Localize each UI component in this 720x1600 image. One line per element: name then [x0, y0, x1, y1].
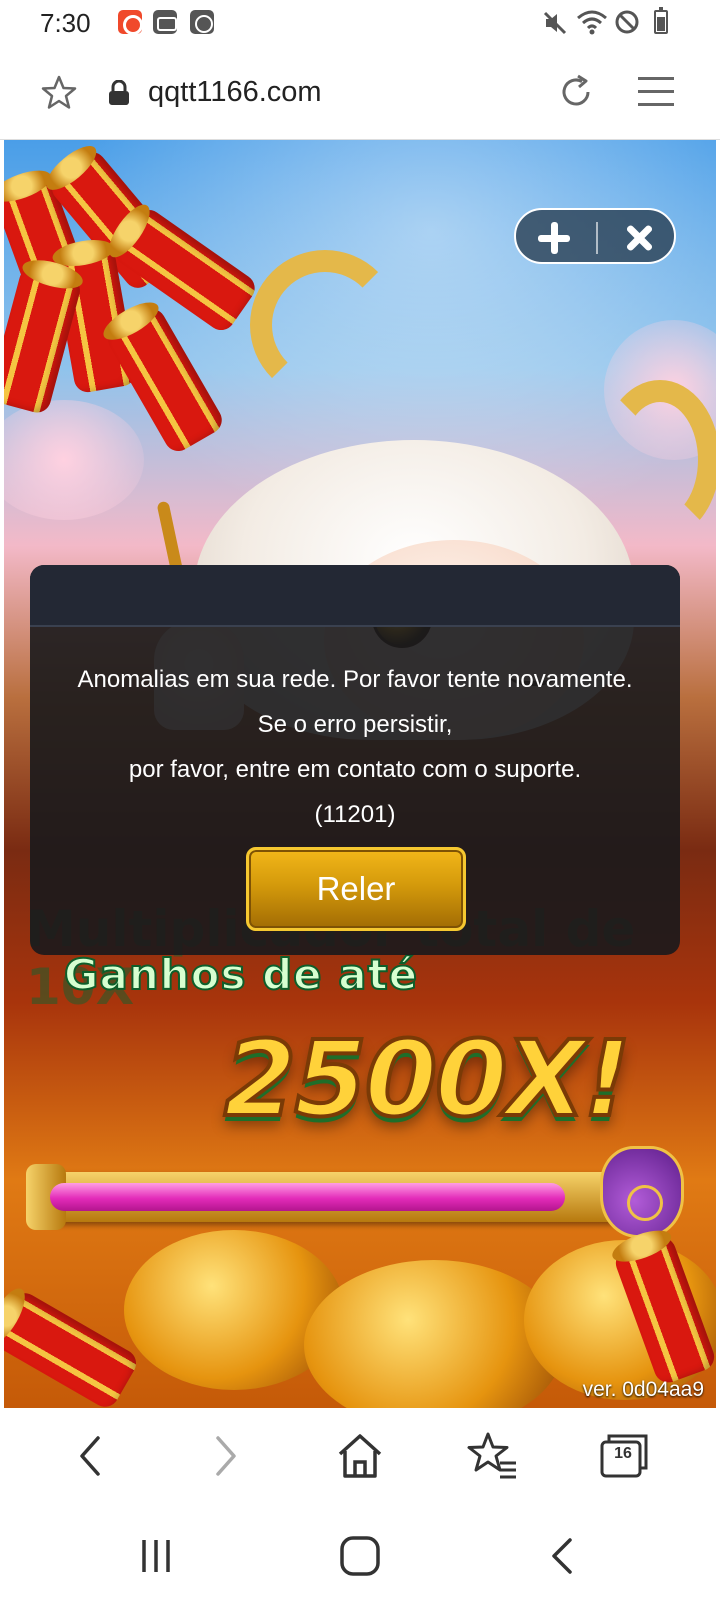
error-message-line: por favor, entre em contato com o suport… [128, 756, 582, 783]
error-message-line: Anomalias em sua rede. Por favor tente n… [77, 666, 633, 693]
notification-clock-icon [190, 10, 214, 34]
battery-icon [654, 7, 668, 34]
system-nav-bar [0, 1504, 720, 1600]
recent-apps-icon[interactable] [132, 1532, 180, 1580]
notification-app-icon [118, 10, 143, 35]
forward-icon[interactable] [196, 1430, 252, 1482]
star-outline-icon[interactable] [40, 74, 78, 112]
error-message-line: Se o erro persistir, [257, 711, 453, 738]
dialog-header [30, 565, 680, 627]
back-nav-icon[interactable] [540, 1532, 588, 1580]
bookmarks-icon[interactable] [464, 1430, 520, 1482]
wifi-icon [577, 10, 607, 35]
close-icon[interactable] [620, 218, 660, 258]
sheep-horn-left [250, 250, 400, 400]
retry-button[interactable]: Reler [246, 847, 466, 931]
dialog-message: Anomalias em sua rede. Por favor tente n… [30, 657, 680, 837]
error-dialog: Anomalias em sua rede. Por favor tente n… [30, 565, 680, 955]
lucky-bag-icon [600, 1146, 684, 1238]
multiplier-title: 2500X! [222, 1016, 633, 1142]
notification-voicemail-icon [153, 10, 177, 34]
floating-toolbar [514, 208, 676, 264]
lock-icon [109, 80, 129, 105]
error-code: (11201) [314, 801, 396, 828]
reload-icon[interactable] [556, 72, 596, 112]
browser-bottom-toolbar: 16 [0, 1408, 720, 1504]
status-time: 7:30 [40, 8, 91, 38]
url-text[interactable]: qqtt1166.com [148, 76, 322, 109]
firecracker [4, 1283, 142, 1408]
menu-icon[interactable] [636, 74, 676, 110]
loading-progress-fill [50, 1183, 565, 1211]
back-icon[interactable] [64, 1430, 120, 1482]
version-label: ver. 0d04aa9 [582, 1378, 704, 1401]
game-canvas[interactable]: Multiplicador total de 10X Ganhos de até… [4, 140, 716, 1408]
browser-url-bar: qqtt1166.com [0, 44, 720, 140]
do-not-disturb-icon [615, 10, 639, 34]
promo-title: Ganhos de até [63, 949, 419, 1000]
sheep-horn-right [600, 380, 716, 540]
home-button-icon[interactable] [336, 1532, 384, 1580]
tabs-icon[interactable]: 16 [596, 1430, 652, 1482]
tab-count: 16 [614, 1445, 632, 1462]
plus-icon[interactable] [534, 218, 574, 258]
status-bar: 7:30 [0, 0, 720, 44]
home-icon[interactable] [332, 1430, 388, 1482]
toolbar-divider [596, 222, 598, 254]
mute-icon [543, 11, 567, 35]
